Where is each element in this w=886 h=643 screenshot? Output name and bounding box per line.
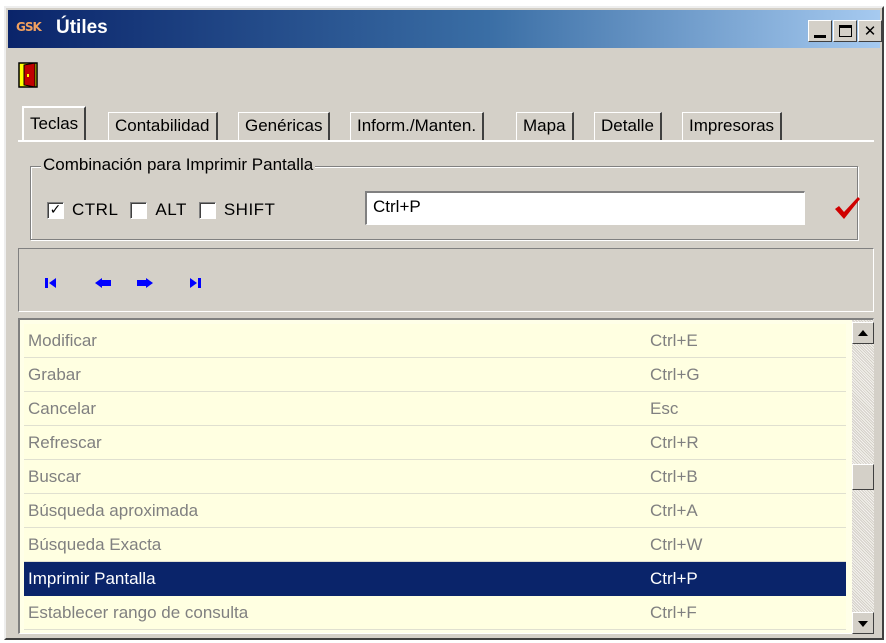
scroll-thumb[interactable]	[852, 464, 874, 490]
minimize-icon	[814, 35, 826, 38]
modifier-checkboxes: ✓ CTRL ALT SHIFT	[47, 199, 287, 221]
maximize-button[interactable]	[833, 20, 857, 42]
action-cell: Modificar	[28, 331, 97, 350]
key-cell: Ctrl+A	[650, 501, 698, 520]
scroll-up-button[interactable]	[852, 322, 874, 344]
table-row[interactable]: Búsqueda aproximada Ctrl+A	[24, 494, 846, 528]
record-navigator	[18, 248, 874, 312]
action-cell: Imprimir Pantalla	[28, 569, 156, 588]
ctrl-label: CTRL	[72, 200, 119, 219]
table-row-selected[interactable]: Imprimir Pantalla Ctrl+P	[24, 562, 846, 596]
maximize-icon	[839, 25, 852, 37]
table-row[interactable]: Establecer rango de consulta Ctrl+F	[24, 596, 846, 630]
tab-detalle[interactable]: Detalle	[594, 112, 662, 140]
alt-label: ALT	[155, 200, 187, 219]
action-cell: Grabar	[28, 365, 81, 384]
check-icon: ✓	[49, 201, 62, 218]
tab-label: Impresoras	[689, 116, 775, 135]
key-cell: Ctrl+E	[650, 331, 698, 350]
app-logo: GSK	[16, 20, 42, 34]
key-cell: Ctrl+P	[650, 569, 698, 588]
key-cell: Ctrl+W	[650, 535, 703, 554]
tab-label: Contabilidad	[115, 116, 210, 135]
action-cell: Buscar	[28, 467, 81, 486]
last-record-icon[interactable]	[187, 273, 207, 288]
toolbar	[8, 50, 880, 106]
scroll-down-button[interactable]	[852, 612, 874, 634]
tab-label: Inform./Manten.	[357, 116, 477, 135]
table-row[interactable]: Cancelar Esc	[24, 392, 846, 426]
tab-label: Teclas	[30, 114, 79, 133]
table-row[interactable]: Buscar Ctrl+B	[24, 460, 846, 494]
tab-panel-edge	[18, 140, 874, 142]
action-cell: Búsqueda aproximada	[28, 501, 199, 520]
alt-checkbox[interactable]	[130, 201, 148, 219]
title-bar[interactable]: GSK Útiles ✕	[8, 10, 882, 48]
utiles-window: GSK Útiles ✕ Teclas Contabilidad Genéric…	[4, 6, 884, 640]
tab-teclas[interactable]: Teclas	[22, 106, 87, 140]
table-row[interactable]: Refrescar Ctrl+R	[24, 426, 846, 460]
shift-label: SHIFT	[223, 200, 276, 219]
tab-label: Mapa	[523, 116, 566, 135]
action-cell: Cancelar	[28, 399, 97, 418]
prior-record-icon[interactable]	[95, 273, 115, 288]
tab-genericas[interactable]: Genéricas	[238, 112, 331, 140]
group-title: Combinación para Imprimir Pantalla	[41, 155, 316, 175]
key-cell: Esc	[650, 399, 679, 418]
table-row[interactable]: Búsqueda Exacta Ctrl+W	[24, 528, 846, 562]
minimize-button[interactable]	[808, 20, 832, 42]
tab-label: Detalle	[601, 116, 654, 135]
key-cell: Ctrl+F	[650, 603, 697, 622]
close-icon: ✕	[863, 22, 877, 40]
table-row[interactable]: Modificar Ctrl+E	[24, 324, 846, 358]
tab-strip: Teclas Contabilidad Genéricas Inform./Ma…	[22, 106, 802, 140]
action-cell: Establecer rango de consulta	[28, 603, 249, 622]
first-record-icon[interactable]	[45, 273, 65, 288]
key-cell: Ctrl+R	[650, 433, 699, 452]
key-cell: Ctrl+G	[650, 365, 700, 384]
action-cell: Refrescar	[28, 433, 102, 452]
shortcuts-grid: Modificar Ctrl+E Grabar Ctrl+G Cancelar Esc…	[18, 318, 874, 634]
vertical-scrollbar[interactable]	[852, 320, 874, 634]
red-checkmark-icon[interactable]	[833, 195, 861, 226]
tab-contabilidad[interactable]: Contabilidad	[108, 112, 218, 140]
table-row[interactable]: Grabar Ctrl+G	[24, 358, 846, 392]
tab-mapa[interactable]: Mapa	[516, 112, 574, 140]
key-cell: Ctrl+B	[650, 467, 698, 486]
next-record-icon[interactable]	[137, 273, 157, 288]
action-cell: Búsqueda Exacta	[28, 535, 162, 554]
ctrl-checkbox[interactable]: ✓	[47, 201, 64, 219]
close-button[interactable]: ✕	[858, 20, 882, 42]
window-title: Útiles	[56, 17, 108, 38]
print-screen-group: Combinación para Imprimir Pantalla ✓ CTR…	[30, 155, 861, 240]
tab-label: Genéricas	[245, 116, 323, 135]
tab-inform-manten[interactable]: Inform./Manten.	[350, 112, 485, 140]
shortcuts-list: Modificar Ctrl+E Grabar Ctrl+G Cancelar Esc…	[24, 324, 846, 630]
shift-checkbox[interactable]	[198, 201, 216, 219]
arrow-up-icon	[858, 330, 868, 336]
arrow-down-icon	[858, 621, 868, 627]
tab-impresoras[interactable]: Impresoras	[682, 112, 783, 140]
shortcut-field[interactable]: Ctrl+P	[365, 191, 805, 225]
exit-door-icon[interactable]	[18, 62, 38, 93]
